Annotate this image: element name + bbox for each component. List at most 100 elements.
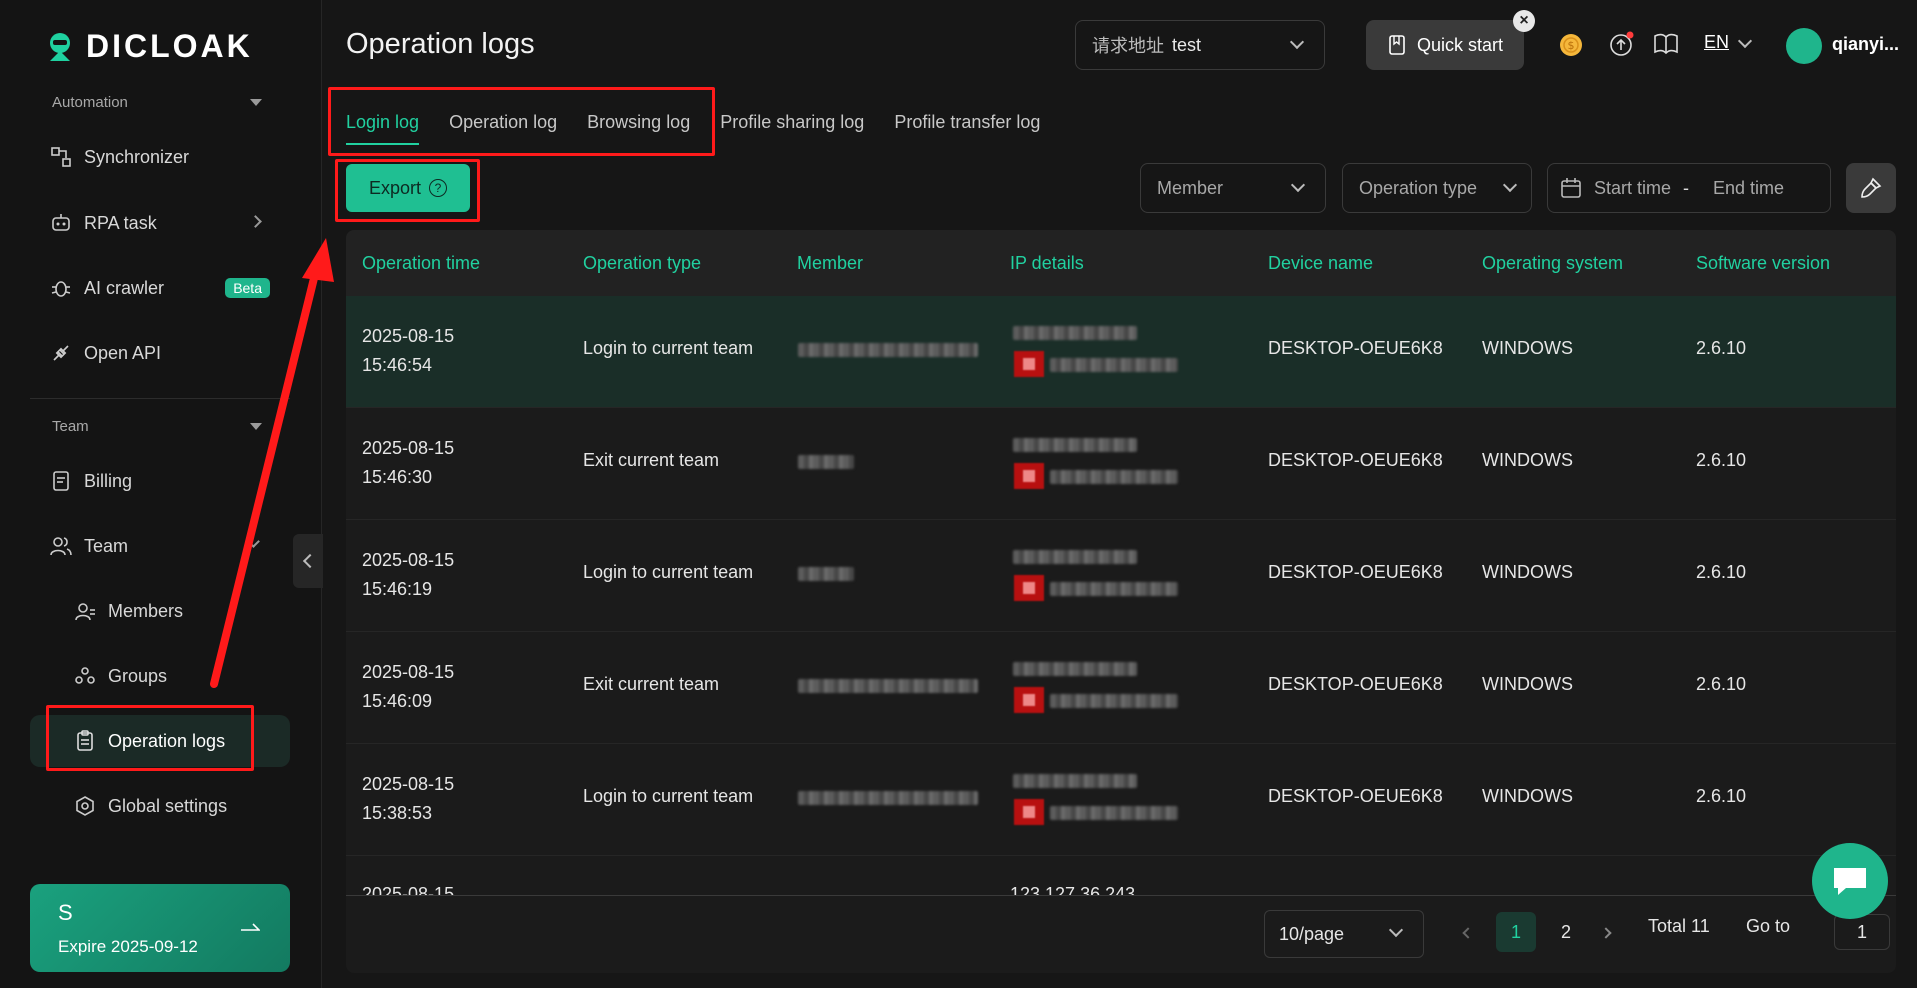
ip-redacted bbox=[1013, 662, 1137, 676]
sidebar-item-ai-crawler[interactable]: AI crawler Beta bbox=[30, 262, 290, 314]
username[interactable]: qianyi... bbox=[1832, 34, 1899, 55]
avatar[interactable] bbox=[1786, 28, 1822, 64]
col-operation-time[interactable]: Operation time bbox=[362, 253, 480, 274]
sidebar-item-open-api[interactable]: Open API bbox=[30, 327, 290, 379]
section-team: Team bbox=[52, 418, 89, 435]
calendar-icon bbox=[1561, 178, 1581, 198]
collapse-sidebar-button[interactable] bbox=[293, 534, 323, 588]
cell-operation-type: Login to current team bbox=[583, 562, 754, 582]
chevron-down-icon bbox=[1502, 177, 1518, 193]
logo-text: DICLOAK bbox=[86, 28, 253, 64]
flag-icon bbox=[1014, 799, 1044, 825]
settings-icon bbox=[76, 796, 94, 816]
date-range-picker[interactable]: Start time - End time bbox=[1547, 163, 1831, 213]
annotation-box-export bbox=[335, 159, 480, 222]
table-row[interactable]: 2025-08-15 123.127.36.243 bbox=[346, 856, 1896, 896]
billing-icon bbox=[53, 471, 69, 491]
col-member[interactable]: Member bbox=[797, 253, 863, 274]
cell-operation-time: 2025-08-15 15:46:19 bbox=[362, 550, 455, 599]
sidebar-item-team[interactable]: Team bbox=[30, 520, 290, 572]
col-operation-type[interactable]: Operation type bbox=[583, 253, 701, 274]
member-redacted bbox=[798, 679, 978, 693]
close-icon[interactable]: × bbox=[1513, 10, 1535, 32]
operation-type-filter[interactable]: Operation type bbox=[1342, 163, 1532, 213]
flag-icon bbox=[1014, 351, 1044, 377]
col-software-version[interactable]: Software version bbox=[1696, 253, 1830, 274]
book-icon bbox=[1389, 35, 1405, 55]
cell-operating-system: WINDOWS bbox=[1482, 338, 1573, 358]
sidebar-item-label: Global settings bbox=[108, 795, 228, 816]
caret-down-icon[interactable] bbox=[250, 99, 262, 106]
col-ip-details[interactable]: IP details bbox=[1010, 253, 1084, 274]
table-row[interactable]: 2025-08-15 15:46:30 Exit current team DES… bbox=[346, 408, 1896, 520]
cell-operating-system: WINDOWS bbox=[1482, 786, 1573, 806]
ip-redacted bbox=[1013, 438, 1137, 452]
member-filter[interactable]: Member bbox=[1140, 163, 1326, 213]
next-page-icon[interactable] bbox=[1600, 927, 1612, 939]
cell-device-name: DESKTOP-OEUE6K8 bbox=[1268, 786, 1443, 806]
tab-profile-transfer-log[interactable]: Profile transfer log bbox=[894, 112, 1040, 145]
divider bbox=[30, 398, 290, 399]
chat-icon bbox=[1834, 868, 1866, 895]
plan-letter: S bbox=[58, 900, 73, 925]
goto-label: Go to bbox=[1746, 916, 1791, 936]
sidebar-item-billing[interactable]: Billing bbox=[30, 455, 290, 507]
table-row[interactable]: 2025-08-15 15:46:54 Login to current team… bbox=[346, 296, 1896, 408]
sidebar-item-members[interactable]: Members bbox=[30, 585, 290, 637]
prev-page-icon[interactable] bbox=[1462, 927, 1474, 939]
chevron-down-icon[interactable] bbox=[1737, 33, 1753, 49]
sidebar-item-groups[interactable]: Groups bbox=[30, 650, 290, 702]
groups-icon bbox=[75, 667, 95, 684]
cell-operation-type: Exit current team bbox=[583, 674, 720, 694]
logo[interactable]: DICLOAK bbox=[44, 28, 253, 65]
bug-icon bbox=[51, 281, 71, 297]
plan-card[interactable]: S Expire 2025-09-12 bbox=[30, 884, 290, 972]
location-redacted bbox=[1050, 470, 1178, 484]
col-device-name[interactable]: Device name bbox=[1268, 253, 1373, 274]
member-redacted bbox=[798, 343, 978, 357]
plug-icon bbox=[53, 345, 69, 361]
location-redacted bbox=[1050, 694, 1178, 708]
arrow-right-icon bbox=[241, 923, 260, 931]
cell-operation-time: 2025-08-15 15:46:54 bbox=[362, 326, 455, 375]
flag-icon bbox=[1014, 463, 1044, 489]
users-icon bbox=[50, 537, 72, 556]
table-row[interactable]: 2025-08-15 15:46:19 Login to current team… bbox=[346, 520, 1896, 632]
upload-icon[interactable] bbox=[1608, 30, 1636, 58]
caret-down-icon[interactable] bbox=[250, 423, 262, 430]
start-time-input[interactable]: Start time bbox=[1594, 178, 1671, 199]
total-count: Total 11 bbox=[1648, 916, 1710, 936]
chat-support-button[interactable] bbox=[1812, 843, 1888, 919]
chevron-right-icon bbox=[249, 215, 262, 228]
chevron-down-icon bbox=[1290, 177, 1306, 193]
ip-redacted bbox=[1013, 326, 1137, 340]
sidebar-item-label: AI crawler bbox=[84, 277, 165, 298]
language-select[interactable]: EN bbox=[1704, 32, 1729, 53]
quick-start-button[interactable]: Quick start bbox=[1366, 20, 1524, 70]
address-select[interactable]: 请求地址 test bbox=[1075, 20, 1325, 70]
sidebar-item-synchronizer[interactable]: Synchronizer bbox=[30, 131, 290, 183]
coin-icon[interactable]: $ bbox=[1556, 30, 1584, 58]
beta-badge: Beta bbox=[225, 278, 270, 298]
member-redacted bbox=[798, 455, 854, 469]
tab-profile-sharing-log[interactable]: Profile sharing log bbox=[720, 112, 864, 145]
page-1-button[interactable]: 1 bbox=[1496, 912, 1536, 952]
operation-type-placeholder: Operation type bbox=[1359, 177, 1478, 198]
col-operating-system[interactable]: Operating system bbox=[1482, 253, 1623, 274]
cell-operating-system: WINDOWS bbox=[1482, 450, 1573, 470]
svg-text:$: $ bbox=[1568, 39, 1575, 52]
table-row[interactable]: 2025-08-15 15:46:09 Exit current team DES… bbox=[346, 632, 1896, 744]
table-row[interactable]: 2025-08-15 15:38:53 Login to current team… bbox=[346, 744, 1896, 856]
ip-redacted bbox=[1013, 550, 1137, 564]
goto-page-input[interactable]: 1 bbox=[1834, 914, 1890, 950]
docs-icon[interactable] bbox=[1652, 30, 1680, 58]
page-size-select[interactable]: 10/page bbox=[1264, 910, 1424, 958]
address-label: 请求地址 bbox=[1092, 36, 1164, 56]
page-title: Operation logs bbox=[346, 28, 535, 60]
sidebar-item-global-settings[interactable]: Global settings bbox=[30, 780, 290, 832]
end-time-input[interactable]: End time bbox=[1713, 178, 1784, 199]
sidebar-item-rpa-task[interactable]: RPA task bbox=[30, 197, 290, 249]
sidebar: DICLOAK Automation Synchronizer RPA task… bbox=[0, 0, 322, 988]
page-2-button[interactable]: 2 bbox=[1546, 912, 1586, 952]
clear-filters-button[interactable] bbox=[1846, 163, 1896, 213]
